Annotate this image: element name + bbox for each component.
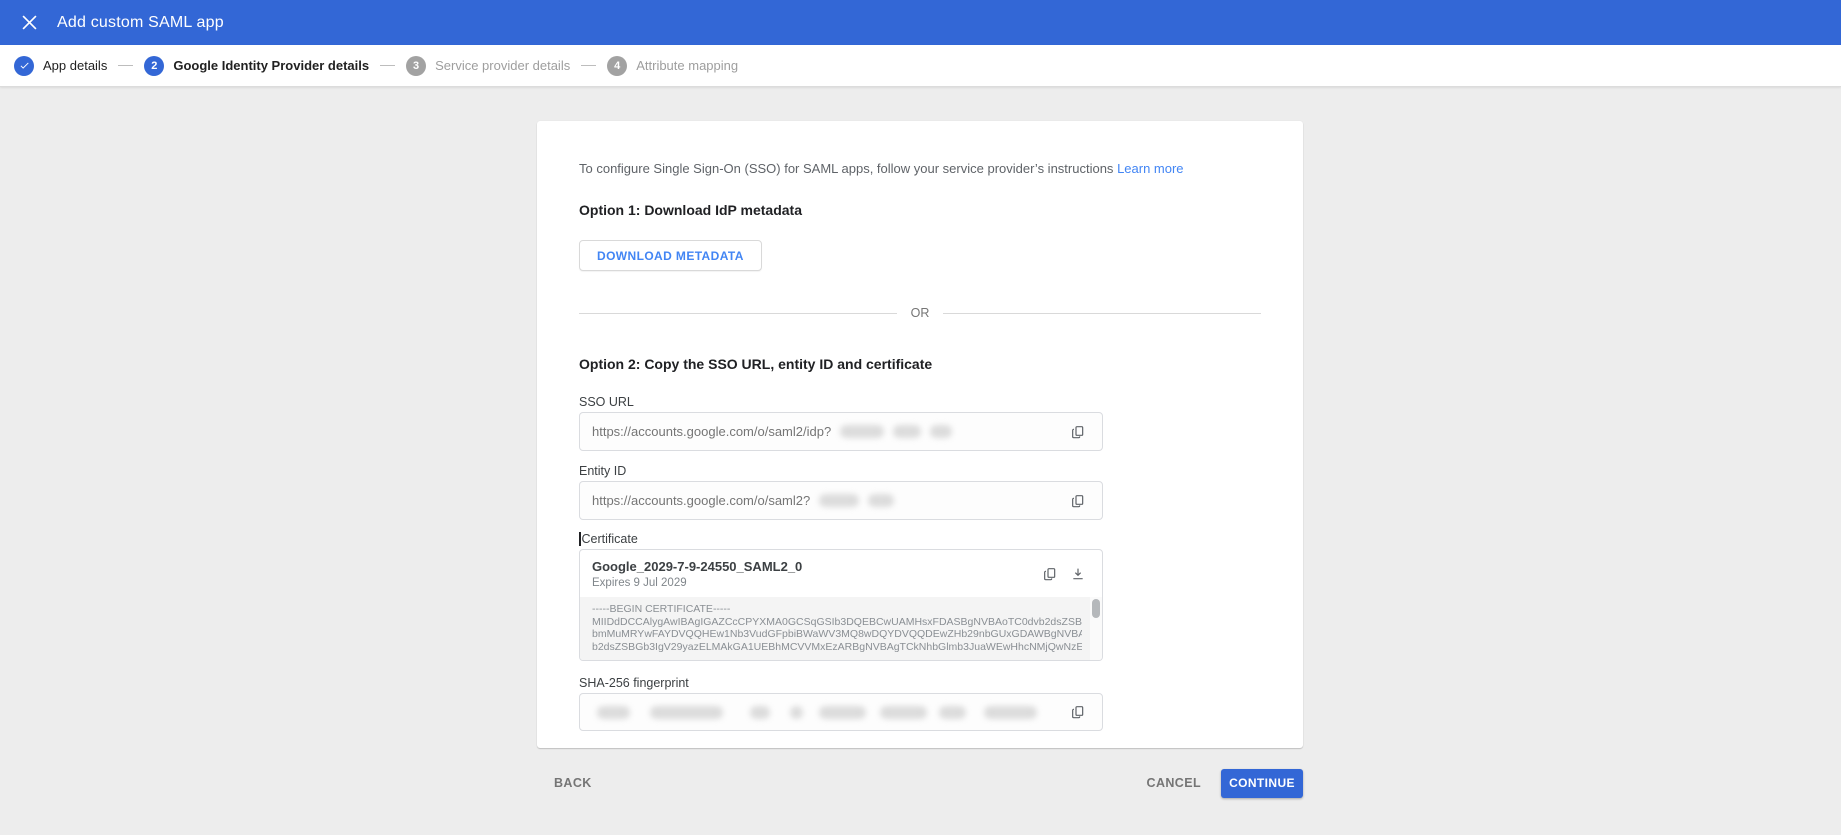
certificate-name: Google_2029-7-9-24550_SAML2_0 bbox=[592, 559, 803, 574]
certificate-widget: Google_2029-7-9-24550_SAML2_0 Expires 9 … bbox=[579, 549, 1103, 661]
step-google-idp-details: 2 Google Identity Provider details bbox=[144, 55, 370, 76]
redacted-value bbox=[930, 425, 953, 438]
copy-icon[interactable] bbox=[1066, 700, 1090, 724]
step-number: 3 bbox=[406, 55, 427, 76]
copy-icon[interactable] bbox=[1066, 489, 1090, 513]
step-app-details: App details bbox=[14, 55, 108, 76]
sha256-field[interactable] bbox=[579, 693, 1103, 731]
divider-line bbox=[579, 312, 897, 314]
download-icon[interactable] bbox=[1066, 562, 1090, 586]
certificate-header: Google_2029-7-9-24550_SAML2_0 Expires 9 … bbox=[580, 550, 1102, 597]
copy-icon[interactable] bbox=[1038, 562, 1062, 586]
back-button[interactable]: BACK bbox=[546, 770, 600, 796]
or-label: OR bbox=[910, 306, 930, 320]
scrollbar-track[interactable] bbox=[1090, 597, 1102, 660]
sha256-label: SHA-256 fingerprint bbox=[579, 676, 689, 690]
close-icon[interactable] bbox=[16, 10, 42, 36]
redacted-value bbox=[868, 494, 895, 507]
step-label: Google Identity Provider details bbox=[173, 58, 370, 73]
step-label: Service provider details bbox=[435, 58, 571, 73]
footer-actions: BACK CANCEL CONTINUE bbox=[537, 768, 1303, 798]
intro-text: To configure Single Sign-On (SSO) for SA… bbox=[579, 161, 1184, 176]
cancel-button[interactable]: CANCEL bbox=[1139, 770, 1209, 796]
pem-line: -----BEGIN CERTIFICATE----- bbox=[592, 603, 731, 615]
step-service-provider-details: 3 Service provider details bbox=[406, 55, 571, 76]
step-number: 2 bbox=[144, 55, 165, 76]
text-cursor bbox=[579, 532, 581, 546]
step-divider bbox=[380, 65, 396, 66]
entity-id-label: Entity ID bbox=[579, 464, 627, 478]
step-number: 4 bbox=[607, 55, 628, 76]
step-label: App details bbox=[43, 58, 108, 73]
dialog-header: Add custom SAML app bbox=[0, 0, 1841, 45]
check-icon bbox=[14, 55, 34, 76]
page-body: To configure Single Sign-On (SSO) for SA… bbox=[0, 87, 1841, 835]
pem-line: b2dsZSBGb3IgV29yazELMAkGA1UEBhMCVVMxEzAR… bbox=[592, 640, 1082, 653]
entity-id-value: https://accounts.google.com/o/saml2? bbox=[592, 493, 895, 508]
continue-button[interactable]: CONTINUE bbox=[1221, 768, 1303, 798]
entity-id-field[interactable]: https://accounts.google.com/o/saml2? bbox=[579, 481, 1103, 520]
step-attribute-mapping: 4 Attribute mapping bbox=[607, 55, 739, 76]
sso-url-value: https://accounts.google.com/o/saml2/idp? bbox=[592, 424, 953, 439]
redacted-value bbox=[840, 425, 885, 438]
copy-icon[interactable] bbox=[1066, 420, 1090, 444]
redacted-value bbox=[893, 425, 922, 438]
step-label: Attribute mapping bbox=[636, 58, 739, 73]
pem-line: MIIDdDCCAlygAwIBAgIGAZCcCPYXMA0GCSqGSIb3… bbox=[592, 615, 1082, 628]
option2-heading: Option 2: Copy the SSO URL, entity ID an… bbox=[579, 356, 933, 372]
step-divider bbox=[581, 65, 597, 66]
stepper: App details 2 Google Identity Provider d… bbox=[0, 45, 1841, 87]
sso-url-label: SSO URL bbox=[579, 395, 634, 409]
certificate-label: Certificate bbox=[579, 532, 1261, 546]
idp-details-card: To configure Single Sign-On (SSO) for SA… bbox=[537, 121, 1303, 748]
step-divider bbox=[118, 65, 134, 66]
divider-line bbox=[943, 312, 1261, 314]
certificate-expiry: Expires 9 Jul 2029 bbox=[592, 577, 687, 589]
sso-url-field[interactable]: https://accounts.google.com/o/saml2/idp? bbox=[579, 412, 1103, 451]
scrollbar-thumb[interactable] bbox=[1092, 599, 1100, 618]
download-metadata-button[interactable]: DOWNLOAD METADATA bbox=[579, 240, 762, 271]
or-divider: OR bbox=[579, 306, 1261, 320]
certificate-pem[interactable]: -----BEGIN CERTIFICATE----- MIIDdDCCAlyg… bbox=[580, 597, 1102, 660]
redacted-value bbox=[819, 494, 860, 507]
pem-line: bmMuMRYwFAYDVQQHEw1Nb3VudGFpbiBWaWV3MQ8w… bbox=[592, 628, 1082, 640]
dialog-title: Add custom SAML app bbox=[57, 13, 224, 31]
option1-heading: Option 1: Download IdP metadata bbox=[579, 202, 802, 218]
learn-more-link[interactable]: Learn more bbox=[1117, 161, 1183, 176]
sha256-redacted-value bbox=[592, 705, 1037, 719]
